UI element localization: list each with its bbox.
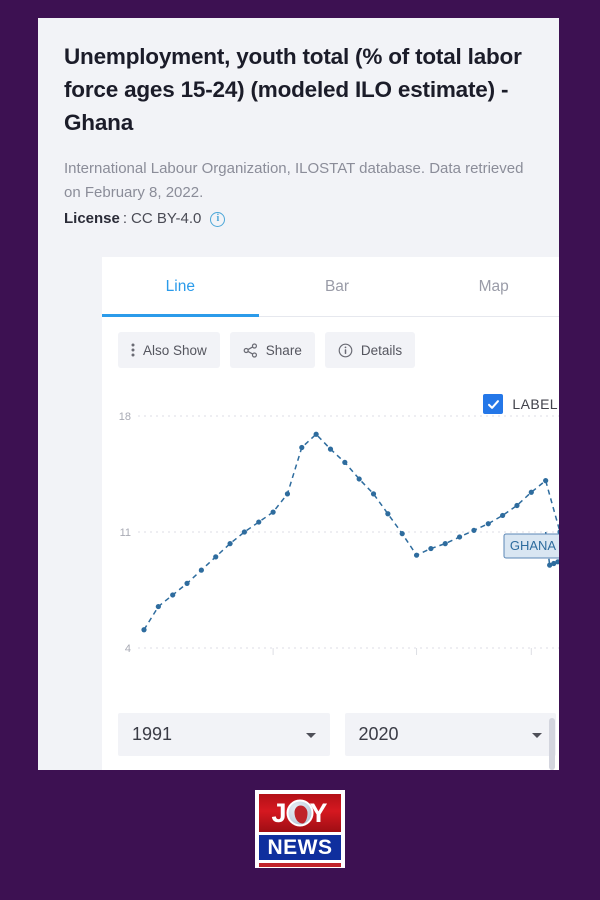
end-year-select[interactable]: 2020 (344, 713, 556, 756)
data-point[interactable] (299, 444, 305, 451)
logo-news-text: NEWS (267, 836, 333, 859)
end-year-value: 2020 (358, 724, 399, 744)
details-button[interactable]: Details (324, 332, 416, 368)
data-point[interactable] (184, 580, 190, 586)
chart-svg: 41118GHANA (119, 411, 559, 655)
year-range-selectors: 1991 2020 (102, 690, 559, 756)
data-point[interactable] (270, 509, 276, 515)
license-value[interactable]: CC BY-4.0 (131, 207, 201, 231)
tab-map-label: Map (478, 277, 509, 295)
logo-accent-bar (259, 863, 341, 867)
data-point[interactable] (500, 512, 506, 519)
data-point[interactable] (241, 529, 248, 535)
y-axis-tick-label: 18 (119, 411, 131, 423)
start-year-value: 1991 (132, 724, 173, 744)
license-separator: : (122, 210, 128, 227)
data-point[interactable] (141, 627, 147, 633)
tab-bar-label: Bar (324, 277, 350, 295)
data-point[interactable] (213, 554, 219, 560)
vertical-dots-icon (131, 343, 135, 357)
data-point[interactable] (356, 476, 362, 482)
data-point[interactable] (313, 431, 319, 437)
data-point[interactable] (442, 541, 448, 547)
data-point[interactable] (370, 491, 377, 497)
series-line (143, 433, 559, 631)
details-label: Details (360, 342, 403, 358)
page-scrollbar-thumb[interactable] (549, 718, 555, 770)
logo-news-band: NEWS (259, 835, 341, 860)
data-point[interactable] (155, 603, 161, 610)
globe-africa-icon (286, 799, 314, 827)
also-show-label: Also Show (143, 342, 207, 358)
tab-map[interactable]: Map (415, 257, 559, 316)
share-button[interactable]: Share (229, 332, 315, 368)
data-point[interactable] (170, 592, 176, 598)
data-source-text: International Labour Organization, ILOST… (64, 160, 524, 201)
chevron-down-icon (532, 732, 542, 738)
info-circle-icon[interactable]: i (210, 211, 226, 227)
data-point[interactable] (485, 521, 491, 527)
data-point[interactable] (456, 534, 463, 540)
label-checkbox[interactable] (483, 394, 504, 414)
data-point[interactable] (413, 552, 420, 558)
share-label: Share (265, 342, 302, 358)
joy-news-logo: JOY NEWS (255, 790, 345, 868)
chart-toolbar: Also Show Share Details (102, 317, 559, 368)
license-label: License (64, 210, 120, 227)
tab-bar[interactable]: Bar (259, 257, 416, 316)
data-point[interactable] (528, 489, 534, 495)
data-point[interactable] (471, 527, 477, 533)
data-point[interactable] (514, 502, 520, 509)
content-card: Unemployment, youth total (% of total la… (38, 18, 559, 770)
data-point[interactable] (385, 511, 391, 517)
start-year-select[interactable]: 1991 (118, 713, 330, 756)
data-point[interactable] (342, 459, 348, 465)
chevron-down-icon (305, 732, 316, 738)
y-axis-tick-label: 11 (120, 527, 131, 539)
chart-panel: Line Bar Map Also Show Share Details LAB… (102, 257, 559, 770)
data-point[interactable] (227, 541, 233, 547)
y-axis-tick-label: 4 (125, 643, 131, 655)
data-point[interactable] (327, 446, 334, 452)
chart-type-tabs: Line Bar Map (102, 257, 559, 317)
data-point[interactable] (428, 545, 434, 552)
line-chart: LABEL 4 11 18 GHANA (108, 390, 559, 690)
data-point[interactable] (284, 491, 291, 497)
label-toggle[interactable]: LABEL (483, 394, 558, 414)
license-line: License : CC BY-4.0 i (64, 207, 533, 231)
info-circle-icon (338, 343, 353, 358)
page-scrollbar[interactable] (548, 18, 556, 770)
tab-line[interactable]: Line (102, 257, 259, 317)
logo-joy-band: JOY (259, 794, 341, 832)
data-point[interactable] (399, 531, 405, 537)
share-icon (243, 342, 258, 358)
checkmark-icon (487, 398, 500, 411)
page-title: Unemployment, youth total (% of total la… (64, 44, 522, 135)
card-header-section: Unemployment, youth total (% of total la… (38, 18, 559, 231)
screenshot-root: Unemployment, youth total (% of total la… (0, 0, 600, 900)
tab-line-label: Line (165, 277, 195, 295)
data-point[interactable] (256, 519, 262, 525)
data-point[interactable] (198, 567, 204, 573)
also-show-button[interactable]: Also Show (118, 332, 220, 368)
